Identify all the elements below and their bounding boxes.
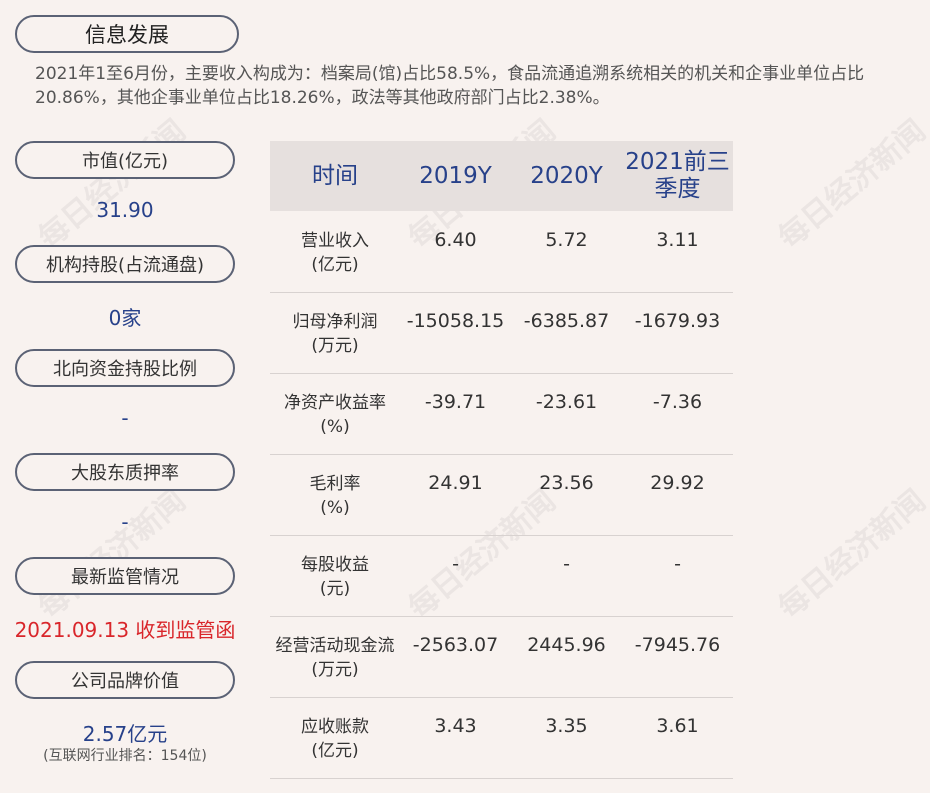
row-label-unit: (亿元) xyxy=(311,741,359,761)
pledge-label: 大股东质押率 xyxy=(15,453,235,491)
row-value: - xyxy=(563,553,570,575)
northbound-value: - xyxy=(121,406,129,430)
revenue-summary: 2021年1至6月份，主要收入构成为：档案局(馆)占比58.5%，食品流通追溯系… xyxy=(35,64,865,108)
row-value: -2563.07 xyxy=(412,634,499,656)
row-label: 毛利率 (%) xyxy=(270,472,400,520)
row-label-name: 归母净利润 xyxy=(292,312,378,332)
institution-holding-value: 0家 xyxy=(108,306,142,330)
header-2020: 2020Y xyxy=(530,162,603,189)
row-label: 应收账款 (亿元) xyxy=(270,715,400,763)
market-cap-value: 31.90 xyxy=(96,198,154,222)
watermark: 每日经济新闻 xyxy=(32,483,193,626)
row-label-name: 经营活动现金流 xyxy=(275,636,395,656)
row-label-name: 净资产收益率 xyxy=(284,393,386,413)
row-value: -7.36 xyxy=(652,391,703,413)
row-value: - xyxy=(452,553,459,575)
table-row: 营业收入 (亿元) 6.40 5.72 3.11 xyxy=(270,211,733,293)
row-value: 3.11 xyxy=(656,229,699,251)
table-row: 归母净利润 (万元) -15058.15 -6385.87 -1679.93 xyxy=(270,292,733,374)
table-row: 经营活动现金流 (万元) -2563.07 2445.96 -7945.76 xyxy=(270,616,733,698)
row-label: 归母净利润 (万元) xyxy=(270,310,400,358)
row-label: 营业收入 (亿元) xyxy=(270,229,400,277)
header-time: 时间 xyxy=(312,162,358,189)
regulation-label: 最新监管情况 xyxy=(15,557,235,595)
row-value: 6.40 xyxy=(434,229,477,251)
row-value: 3.61 xyxy=(656,715,699,737)
header-2021q3: 2021前三季度 xyxy=(625,149,730,202)
row-value: -1679.93 xyxy=(634,310,721,332)
row-label-name: 营业收入 xyxy=(301,231,369,251)
row-label-unit: (亿元) xyxy=(311,255,359,275)
row-label: 净资产收益率 (%) xyxy=(270,391,400,439)
row-value: 24.91 xyxy=(428,472,483,494)
row-label-unit: (%) xyxy=(320,498,350,518)
brand-rank: (互联网行业排名：154位) xyxy=(43,748,207,764)
brand-value: 2.57亿元 xyxy=(82,722,168,746)
northbound-label: 北向资金持股比例 xyxy=(15,349,235,387)
row-value: -7945.76 xyxy=(634,634,721,656)
page-title: 信息发展 xyxy=(15,15,239,53)
institution-holding-label: 机构持股(占流通盘) xyxy=(15,245,235,283)
row-value: 23.56 xyxy=(539,472,594,494)
watermark: 每日经济新闻 xyxy=(772,113,930,256)
table-row: 应收账款 (亿元) 3.43 3.35 3.61 xyxy=(270,697,733,779)
row-value: 2445.96 xyxy=(527,634,606,656)
watermark: 每日经济新闻 xyxy=(32,113,193,256)
row-label-unit: (万元) xyxy=(311,336,359,356)
row-value: -23.61 xyxy=(535,391,598,413)
row-value: - xyxy=(674,553,681,575)
brand-value-label: 公司品牌价值 xyxy=(15,661,235,699)
table-row: 每股收益 (元) - - - xyxy=(270,535,733,617)
row-value: -15058.15 xyxy=(406,310,505,332)
row-value: 3.35 xyxy=(545,715,588,737)
row-value: 3.43 xyxy=(434,715,477,737)
row-label-name: 应收账款 xyxy=(301,717,369,737)
table-row: 净资产收益率 (%) -39.71 -23.61 -7.36 xyxy=(270,373,733,455)
table-header: 时间 2019Y 2020Y 2021前三季度 xyxy=(270,141,733,211)
row-label: 每股收益 (元) xyxy=(270,553,400,601)
pledge-value: - xyxy=(121,510,129,534)
row-value: 5.72 xyxy=(545,229,588,251)
header-2019: 2019Y xyxy=(419,162,492,189)
row-value: -6385.87 xyxy=(523,310,610,332)
row-label: 经营活动现金流 (万元) xyxy=(270,634,400,682)
market-cap-label: 市值(亿元) xyxy=(15,141,235,179)
watermark: 每日经济新闻 xyxy=(772,483,930,626)
row-label-unit: (%) xyxy=(320,417,350,437)
row-label-unit: (元) xyxy=(319,579,351,599)
row-value: 29.92 xyxy=(650,472,705,494)
regulation-value: 2021.09.13 收到监管函 xyxy=(14,618,236,642)
row-label-name: 每股收益 xyxy=(301,555,369,575)
table-row: 毛利率 (%) 24.91 23.56 29.92 xyxy=(270,454,733,536)
row-label-name: 毛利率 xyxy=(309,474,361,494)
row-value: -39.71 xyxy=(424,391,487,413)
row-label-unit: (万元) xyxy=(311,660,359,680)
